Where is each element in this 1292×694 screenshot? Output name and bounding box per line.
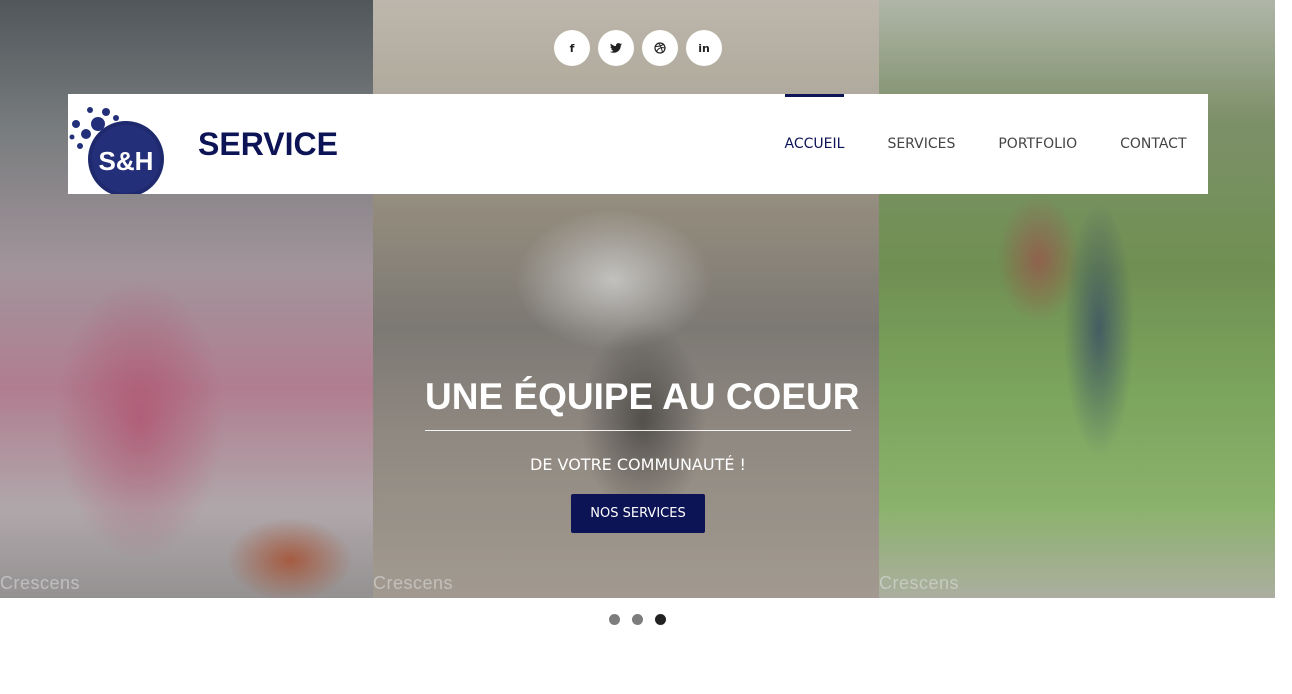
linkedin-icon[interactable]: in (686, 30, 722, 66)
nos-services-button[interactable]: NOS SERVICES (571, 494, 705, 533)
dribbble-ball-icon (654, 42, 666, 54)
nav-item-accueil[interactable]: ACCUEIL (763, 94, 866, 194)
facebook-icon[interactable]: f (554, 30, 590, 66)
logo-mark: S&H (69, 107, 164, 197)
brand-logo[interactable]: S&H (68, 104, 168, 197)
twitter-icon[interactable] (598, 30, 634, 66)
nav-item-contact[interactable]: CONTACT (1099, 94, 1208, 194)
slider-dot-1[interactable] (609, 614, 620, 625)
logo-text: S&H (99, 146, 154, 176)
hero-title: UNE ÉQUIPE AU COEUR (425, 376, 859, 431)
nav-item-services[interactable]: SERVICES (866, 94, 977, 194)
slider-dot-2[interactable] (632, 614, 643, 625)
hero-caption: UNE ÉQUIPE AU COEUR DE VOTRE COMMUNAUTÉ … (425, 376, 859, 533)
header-navbar: S&H SERVICE ACCUEIL SERVICES PORTFOLIO C… (68, 94, 1208, 197)
dribbble-icon[interactable] (642, 30, 678, 66)
brand-name[interactable]: SERVICE (198, 126, 338, 163)
main-nav: ACCUEIL SERVICES PORTFOLIO CONTACT (763, 94, 1208, 194)
slider-dot-3[interactable] (655, 614, 666, 625)
slider-pagination (609, 614, 666, 625)
nav-item-portfolio[interactable]: PORTFOLIO (977, 94, 1099, 194)
hero-subtitle: DE VOTRE COMMUNAUTÉ ! (530, 455, 746, 474)
social-links: f in (554, 30, 722, 66)
twitter-bird-icon (610, 43, 622, 53)
